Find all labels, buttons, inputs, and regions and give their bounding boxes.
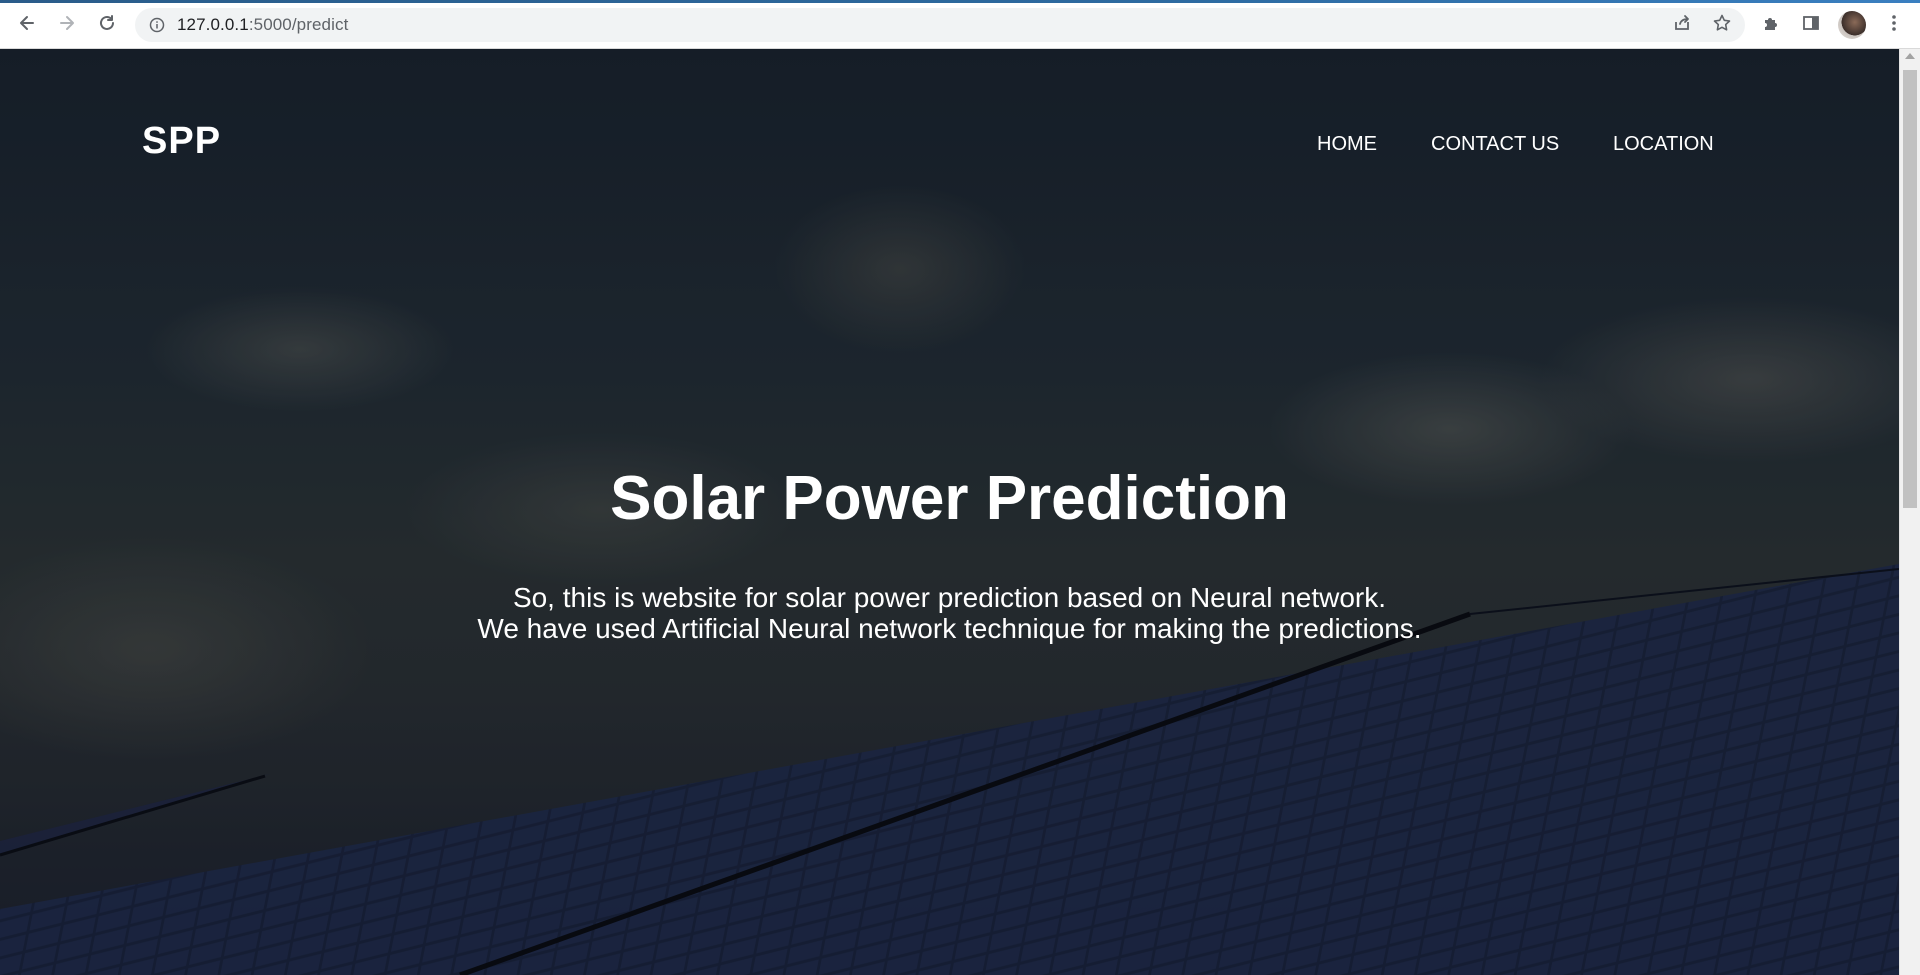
scroll-up-arrow-icon[interactable] (1905, 53, 1915, 59)
extensions-button[interactable] (1757, 11, 1785, 39)
forward-button[interactable] (53, 11, 81, 39)
url-host: 127.0.0.1 (177, 15, 249, 34)
address-bar[interactable]: 127.0.0.1:5000/predict (135, 8, 1745, 42)
arrow-left-icon (17, 13, 37, 38)
reload-button[interactable] (93, 11, 121, 39)
page-scrollbar[interactable] (1899, 49, 1920, 975)
browser-menu-button[interactable] (1880, 11, 1908, 39)
nav-location-link[interactable]: LOCATION (1613, 133, 1714, 156)
url-text: 127.0.0.1:5000/predict (177, 15, 348, 35)
page-viewport: SPP HOME CONTACT US LOCATION Solar Power… (0, 49, 1899, 975)
back-button[interactable] (13, 11, 41, 39)
kebab-menu-icon (1884, 13, 1904, 38)
info-circle-icon[interactable] (149, 17, 165, 33)
site-navigation: HOME CONTACT US LOCATION (0, 133, 1899, 163)
side-panel-icon (1801, 13, 1821, 38)
hero-description-line-2: We have used Artificial Neural network t… (477, 613, 1422, 644)
nav-home-link[interactable]: HOME (1317, 133, 1377, 156)
reload-icon (97, 13, 117, 38)
scrollbar-thumb[interactable] (1903, 70, 1917, 508)
browser-toolbar: 127.0.0.1:5000/predict (0, 0, 1920, 49)
hero-description-line-1: So, this is website for solar power pred… (512, 582, 1387, 613)
tab-strip-edge (0, 0, 1920, 3)
puzzle-icon (1761, 13, 1781, 38)
hero-description: So, this is website for solar power pred… (0, 582, 1899, 644)
star-icon (1712, 13, 1732, 38)
nav-contact-us-link[interactable]: CONTACT US (1431, 133, 1559, 156)
url-path: :5000/predict (248, 15, 349, 34)
arrow-right-icon (57, 13, 77, 38)
share-button[interactable] (1668, 11, 1696, 39)
bookmark-button[interactable] (1708, 11, 1736, 39)
hero-title: Solar Power Prediction (610, 464, 1289, 533)
side-panel-button[interactable] (1797, 11, 1825, 39)
share-icon (1672, 13, 1692, 38)
profile-avatar[interactable] (1838, 11, 1866, 39)
